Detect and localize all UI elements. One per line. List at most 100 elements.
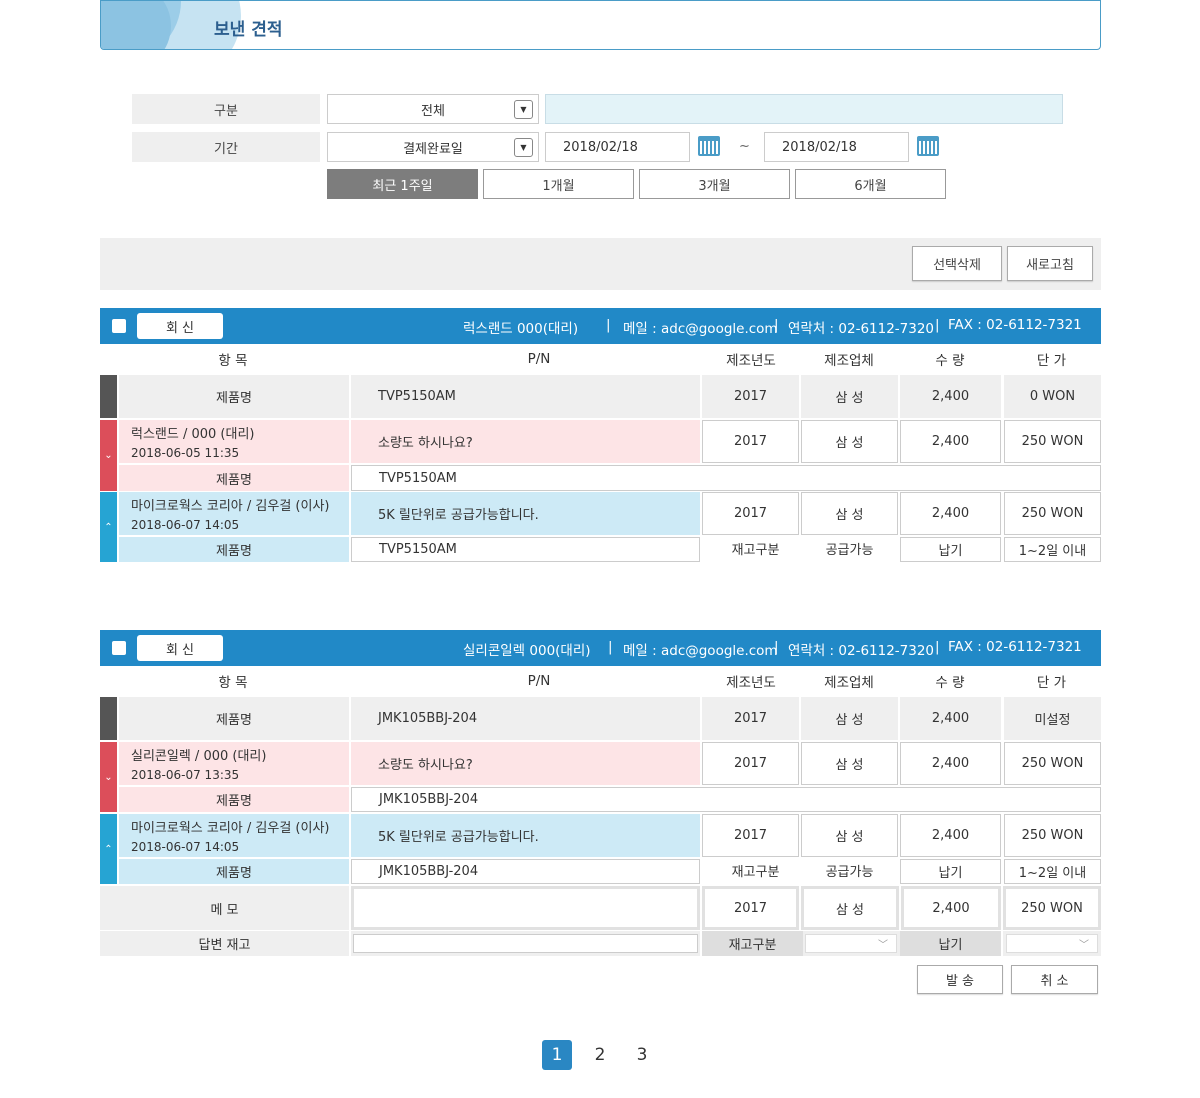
dropdown-arrow-icon[interactable]: ▼ bbox=[514, 100, 533, 119]
delivery-cell: ﹀ bbox=[1003, 931, 1101, 956]
memo-qty[interactable]: 2,400 bbox=[901, 886, 1001, 930]
buyer-sub-label: 제품명 bbox=[119, 465, 349, 491]
header-separator: | bbox=[608, 639, 613, 655]
category-select[interactable]: 전체 ▼ bbox=[327, 94, 539, 124]
chevron-up-icon: ⌃ bbox=[104, 521, 113, 533]
page-1[interactable]: 1 bbox=[542, 1040, 572, 1070]
calendar-icon[interactable] bbox=[917, 136, 939, 156]
date-separator: ~ bbox=[739, 139, 750, 154]
period-button-6months[interactable]: 6개월 bbox=[795, 169, 946, 199]
memo-input[interactable] bbox=[351, 886, 700, 930]
category-label: 구분 bbox=[132, 94, 320, 124]
memo-maker[interactable]: 삼 성 bbox=[801, 886, 899, 930]
stock-type-select[interactable]: ﹀ bbox=[805, 934, 897, 953]
quote-company: 럭스랜드 000(대리) bbox=[463, 321, 579, 337]
seller-message: 5K 릴단위로 공급가능합니다. bbox=[351, 814, 700, 857]
memo-year[interactable]: 2017 bbox=[702, 886, 799, 930]
answer-stock-input[interactable] bbox=[353, 934, 698, 953]
buyer-message: 소량도 하시나요? bbox=[351, 742, 700, 785]
column-header-pn: P/N bbox=[527, 673, 551, 689]
buyer-message: 소량도 하시나요? bbox=[351, 420, 700, 463]
stock-label: 재고구분 bbox=[731, 864, 780, 880]
period-label: 기간 bbox=[132, 132, 320, 162]
seller-year: 2017 bbox=[702, 492, 799, 535]
seller-maker: 삼 성 bbox=[801, 814, 898, 857]
column-header-qty: 수 량 bbox=[935, 675, 965, 691]
answer-stock-type-label: 재고구분 bbox=[702, 931, 803, 956]
quote-fax: FAX : 02-6112-7321 bbox=[948, 639, 1082, 655]
title-decoration bbox=[101, 1, 171, 49]
stock-value: 공급가능 bbox=[825, 864, 874, 880]
date-from-field[interactable]: 2018/02/18 bbox=[545, 132, 690, 162]
quote-email: 메일 : adc@google.com bbox=[623, 643, 778, 659]
period-type-select[interactable]: 결제완료일 ▼ bbox=[327, 132, 539, 162]
stock-label: 재고구분 bbox=[731, 542, 780, 558]
period-type-value: 결제완료일 bbox=[403, 141, 463, 157]
product-price: 미설정 bbox=[1004, 697, 1101, 740]
buyer-sub-pn: JMK105BBJ-204 bbox=[351, 787, 1101, 812]
column-header-maker: 제조업체 bbox=[824, 353, 874, 369]
category-detail-field[interactable] bbox=[545, 94, 1063, 124]
quote-header: 회 신 럭스랜드 000(대리) | 메일 : adc@google.com |… bbox=[100, 308, 1101, 344]
buyer-year: 2017 bbox=[702, 742, 799, 785]
answer-delivery-label: 납기 bbox=[900, 931, 1001, 956]
delivery-value: 1~2일 이내 bbox=[1004, 859, 1101, 884]
seller-info: 마이크로웍스 코리아 / 김우걸 (이사) 2018-06-07 14:05 bbox=[119, 814, 349, 857]
collapse-toggle[interactable]: ⌄ bbox=[100, 420, 117, 491]
dropdown-arrow-icon[interactable]: ▼ bbox=[514, 138, 533, 157]
product-price: 0 WON bbox=[1004, 375, 1101, 418]
memo-price[interactable]: 250 WON bbox=[1003, 886, 1101, 930]
period-button-1week[interactable]: 최근 1주일 bbox=[327, 169, 478, 199]
header-separator: | bbox=[935, 317, 940, 333]
period-button-1month[interactable]: 1개월 bbox=[483, 169, 634, 199]
quote-phone: 연락처 : 02-6112-7320 bbox=[788, 643, 935, 659]
column-header-year: 제조년도 bbox=[726, 675, 776, 691]
seller-info: 마이크로웍스 코리아 / 김우걸 (이사) 2018-06-07 14:05 bbox=[119, 492, 349, 535]
reply-button[interactable]: 회 신 bbox=[137, 635, 223, 661]
date-to-field[interactable]: 2018/02/18 bbox=[764, 132, 909, 162]
buyer-name: 실리콘일렉 / 000 (대리) bbox=[131, 749, 267, 764]
product-qty: 2,400 bbox=[900, 697, 1001, 740]
seller-price: 250 WON bbox=[1004, 814, 1101, 857]
buyer-qty: 2,400 bbox=[900, 420, 1001, 463]
seller-sub-pn: TVP5150AM bbox=[351, 537, 700, 562]
quote-select-checkbox[interactable] bbox=[112, 319, 126, 333]
reply-button[interactable]: 회 신 bbox=[137, 313, 223, 339]
page-3[interactable]: 3 bbox=[627, 1040, 657, 1070]
seller-sub-pn: JMK105BBJ-204 bbox=[351, 859, 700, 884]
toolbar: 선택삭제 새로고침 bbox=[100, 238, 1101, 290]
period-button-3months[interactable]: 3개월 bbox=[639, 169, 790, 199]
header-separator: | bbox=[935, 639, 940, 655]
quote-header: 회 신 실리콘일렉 000(대리) | 메일 : adc@google.com … bbox=[100, 630, 1101, 666]
buyer-price: 250 WON bbox=[1004, 420, 1101, 463]
calendar-icon[interactable] bbox=[698, 136, 720, 156]
product-label: 제품명 bbox=[119, 375, 349, 418]
collapse-toggle[interactable]: ⌄ bbox=[100, 742, 117, 812]
send-button[interactable]: 발 송 bbox=[917, 965, 1003, 994]
buyer-sub-pn: TVP5150AM bbox=[351, 465, 1101, 491]
quote-select-checkbox[interactable] bbox=[112, 641, 126, 655]
seller-name: 마이크로웍스 코리아 / 김우걸 (이사) bbox=[131, 499, 330, 514]
buyer-info: 럭스랜드 / 000 (대리) 2018-06-05 11:35 bbox=[119, 420, 349, 463]
expand-toggle[interactable]: ⌃ bbox=[100, 492, 117, 562]
expand-toggle[interactable]: ⌃ bbox=[100, 814, 117, 884]
memo-label: 메 모 bbox=[100, 886, 349, 930]
buyer-maker: 삼 성 bbox=[801, 420, 898, 463]
column-header-price: 단 가 bbox=[1036, 353, 1067, 369]
delete-selected-button[interactable]: 선택삭제 bbox=[912, 246, 1002, 281]
cancel-button[interactable]: 취 소 bbox=[1011, 965, 1098, 994]
seller-year: 2017 bbox=[702, 814, 799, 857]
column-header-qty: 수 량 bbox=[935, 353, 965, 369]
delivery-select[interactable]: ﹀ bbox=[1006, 934, 1098, 953]
buyer-name: 럭스랜드 / 000 (대리) bbox=[131, 427, 255, 442]
product-qty: 2,400 bbox=[900, 375, 1001, 418]
seller-datetime: 2018-06-07 14:05 bbox=[131, 518, 240, 532]
header-separator: | bbox=[774, 639, 779, 655]
quote-phone: 연락처 : 02-6112-7320 bbox=[788, 321, 935, 337]
quote-company: 실리콘일렉 000(대리) bbox=[463, 643, 591, 659]
category-select-value: 전체 bbox=[421, 103, 445, 119]
refresh-button[interactable]: 새로고침 bbox=[1007, 246, 1093, 281]
chevron-down-icon: ﹀ bbox=[1079, 940, 1089, 951]
buyer-datetime: 2018-06-05 11:35 bbox=[131, 446, 240, 460]
page-2[interactable]: 2 bbox=[585, 1040, 615, 1070]
